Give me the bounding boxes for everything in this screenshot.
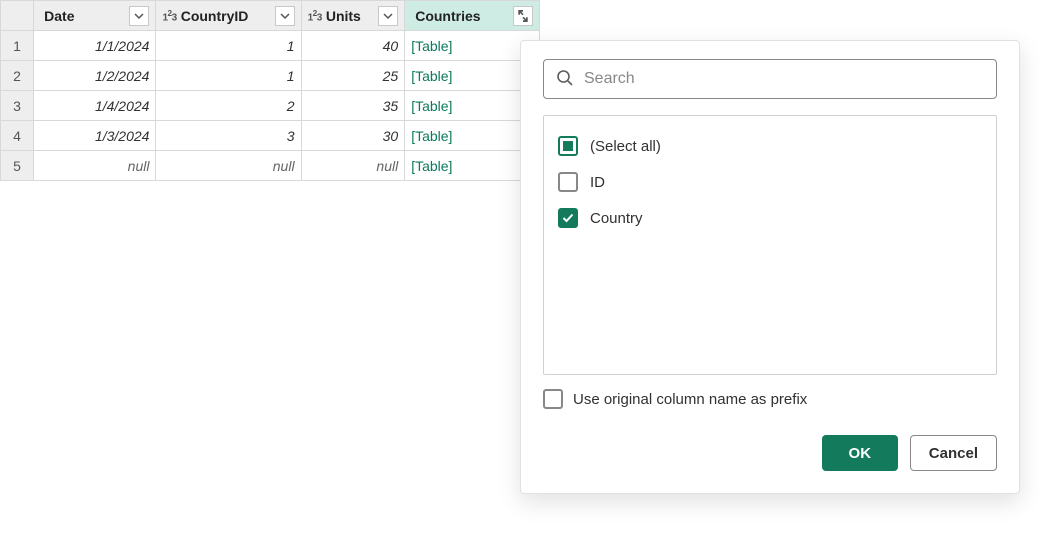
checkbox-indeterminate-icon[interactable]: [558, 136, 578, 156]
cancel-button[interactable]: Cancel: [910, 435, 997, 471]
prefix-option[interactable]: Use original column name as prefix: [543, 389, 997, 409]
row-number[interactable]: 2: [1, 61, 34, 91]
option-label: (Select all): [590, 138, 661, 155]
cell-date[interactable]: 1/3/2024: [34, 121, 156, 151]
column-header-date[interactable]: Date: [34, 1, 156, 31]
table-row: 1 1/1/2024 1 40 [Table]: [1, 31, 540, 61]
row-selector-header[interactable]: [1, 1, 34, 31]
option-id[interactable]: ID: [558, 164, 982, 200]
ok-button[interactable]: OK: [822, 435, 898, 471]
cell-date[interactable]: null: [34, 151, 156, 181]
column-options-list: (Select all) ID Country: [543, 115, 997, 375]
column-header-countries[interactable]: Countries: [405, 1, 540, 31]
cell-date[interactable]: 1/4/2024: [34, 91, 156, 121]
cell-units[interactable]: null: [301, 151, 405, 181]
row-number[interactable]: 1: [1, 31, 34, 61]
cell-countryid[interactable]: 3: [156, 121, 301, 151]
column-header-units[interactable]: 123 Units: [301, 1, 405, 31]
cell-units[interactable]: 35: [301, 91, 405, 121]
cell-countryid[interactable]: 2: [156, 91, 301, 121]
cell-date[interactable]: 1/2/2024: [34, 61, 156, 91]
filter-dropdown-icon[interactable]: [275, 6, 295, 26]
column-label: Date: [44, 8, 125, 24]
table-row: 2 1/2/2024 1 25 [Table]: [1, 61, 540, 91]
cell-units[interactable]: 40: [301, 31, 405, 61]
cell-countryid[interactable]: 1: [156, 31, 301, 61]
prefix-label: Use original column name as prefix: [573, 391, 807, 408]
row-number[interactable]: 3: [1, 91, 34, 121]
data-grid: Date 123 CountryID 123 Units: [0, 0, 540, 181]
checkbox-unchecked-icon[interactable]: [558, 172, 578, 192]
option-select-all[interactable]: (Select all): [558, 128, 982, 164]
search-input[interactable]: [582, 69, 984, 89]
number-type-icon: 123: [162, 8, 176, 23]
expand-column-popup: (Select all) ID Country Use original col…: [520, 40, 1020, 494]
option-label: Country: [590, 210, 643, 227]
cell-date[interactable]: 1/1/2024: [34, 31, 156, 61]
cell-units[interactable]: 25: [301, 61, 405, 91]
column-label: Countries: [415, 8, 509, 24]
column-label: Units: [326, 8, 374, 24]
table-row: 4 1/3/2024 3 30 [Table]: [1, 121, 540, 151]
header-row: Date 123 CountryID 123 Units: [1, 1, 540, 31]
expand-icon[interactable]: [513, 6, 533, 26]
option-label: ID: [590, 174, 605, 191]
cell-countryid[interactable]: 1: [156, 61, 301, 91]
table-row: 3 1/4/2024 2 35 [Table]: [1, 91, 540, 121]
option-country[interactable]: Country: [558, 200, 982, 236]
checkbox-checked-icon[interactable]: [558, 208, 578, 228]
number-type-icon: 123: [308, 8, 322, 23]
row-number[interactable]: 5: [1, 151, 34, 181]
search-icon: [556, 69, 574, 90]
filter-dropdown-icon[interactable]: [129, 6, 149, 26]
dialog-buttons: OK Cancel: [543, 435, 997, 471]
cell-countryid[interactable]: null: [156, 151, 301, 181]
filter-dropdown-icon[interactable]: [378, 6, 398, 26]
column-label: CountryID: [181, 8, 271, 24]
checkbox-unchecked-icon[interactable]: [543, 389, 563, 409]
cell-units[interactable]: 30: [301, 121, 405, 151]
search-field[interactable]: [543, 59, 997, 99]
column-header-countryid[interactable]: 123 CountryID: [156, 1, 301, 31]
row-number[interactable]: 4: [1, 121, 34, 151]
table-row: 5 null null null [Table]: [1, 151, 540, 181]
